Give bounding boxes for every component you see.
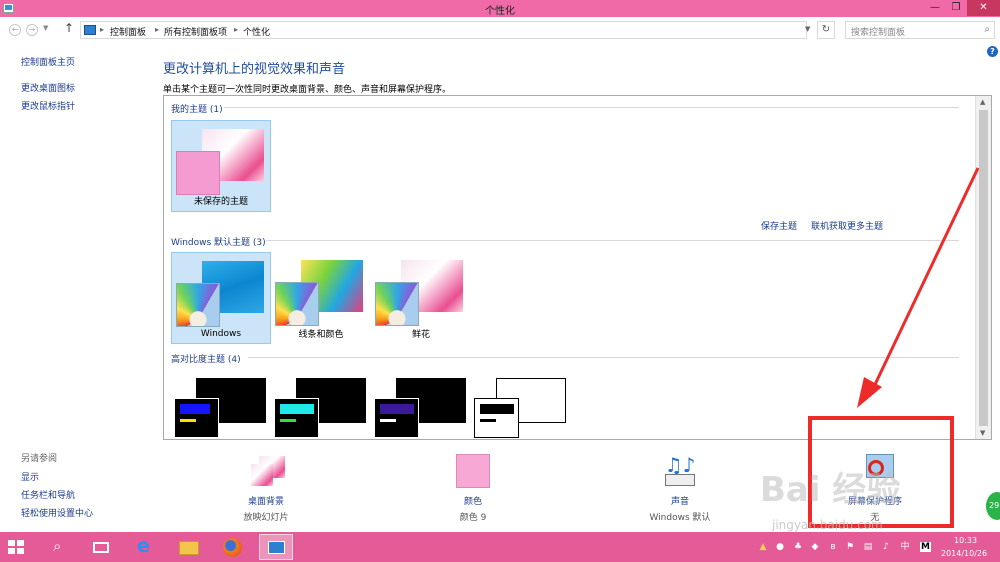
back-arrow-icon[interactable]: ← — [9, 24, 21, 36]
recent-pages-chevron-icon[interactable]: ▼ — [43, 24, 48, 32]
task-view-icon[interactable] — [84, 534, 118, 560]
hc-color-preview — [174, 398, 219, 438]
firefox-icon[interactable] — [216, 534, 250, 560]
hc-color-preview — [474, 398, 519, 438]
hc-color-preview — [374, 398, 419, 438]
search-icon[interactable]: ⌕ — [984, 24, 990, 35]
notification-warning-icon[interactable]: ▲ — [758, 542, 768, 552]
minimize-button[interactable]: — — [925, 0, 945, 16]
network-icon[interactable]: ▤ — [863, 542, 873, 552]
my-themes-heading: 我的主题 (1) — [171, 105, 223, 115]
forward-arrow-icon[interactable]: → — [26, 24, 38, 36]
default-themes-heading: Windows 默认主题 (3) — [171, 238, 266, 248]
theme-label: Windows — [200, 329, 242, 339]
theme-color-preview — [176, 151, 220, 195]
floating-badge[interactable]: 29 — [986, 492, 1000, 520]
sidebar-link-mouse-pointers[interactable]: 更改鼠标指针 — [21, 99, 75, 112]
group-divider — [224, 107, 959, 108]
group-divider — [266, 240, 959, 241]
watermark-url: jingyan.baidu.com — [772, 518, 883, 532]
taskbar: ⌕ e ▲ ● ♣ ◆ ʙ ⚑ ▤ ♪ 中 M — [0, 532, 1000, 562]
theme-label: 线条和颜色 — [298, 330, 344, 340]
see-also-display[interactable]: 显示 — [21, 470, 39, 483]
search-placeholder: 搜索控制面板 — [851, 28, 906, 38]
window-title: 个性化 — [485, 6, 515, 17]
theme-flowers[interactable]: 鲜花 — [371, 252, 471, 344]
ime-language-indicator[interactable]: 中 — [900, 542, 910, 552]
theme-label: 鲜花 — [411, 330, 430, 340]
address-field[interactable]: ▸ 控制面板 ▸ 所有控制面板项 ▸ 个性化 — [80, 21, 807, 39]
address-chevron-down-icon[interactable]: ▼ — [805, 25, 810, 33]
theme-label: 未保存的主题 — [193, 197, 248, 207]
windows-start-icon[interactable] — [8, 540, 24, 554]
control-panel-icon — [84, 25, 96, 35]
breadcrumb-control-panel[interactable]: 控制面板 — [110, 25, 146, 38]
theme-color-preview — [275, 282, 319, 326]
action-center-flag-icon[interactable]: ⚑ — [845, 542, 855, 552]
theme-color-preview — [375, 282, 419, 326]
close-button[interactable]: ✕ — [967, 0, 1000, 16]
sidebar-link-desktop-icons[interactable]: 更改桌面图标 — [21, 81, 75, 94]
theme-windows[interactable]: Windows — [171, 252, 271, 344]
theme-unsaved[interactable]: 未保存的主题 — [171, 120, 271, 212]
app-tray-icon[interactable]: ● — [775, 542, 785, 552]
breadcrumb-personalization[interactable]: 个性化 — [243, 25, 270, 38]
breadcrumb-separator-icon: ▸ — [155, 25, 160, 34]
control-panel-taskbar-icon[interactable] — [259, 534, 293, 560]
file-explorer-icon[interactable] — [172, 534, 206, 560]
group-divider — [248, 357, 959, 358]
ime-mode-indicator[interactable]: M — [920, 542, 931, 552]
taskbar-clock-time[interactable]: 10:33 — [954, 536, 977, 545]
page-title: 更改计算机上的视觉效果和声音 — [163, 62, 346, 77]
sound-label: 声音 — [670, 497, 689, 507]
scrollbar-thumb[interactable] — [979, 110, 988, 426]
search-taskbar-icon[interactable]: ⌕ — [44, 534, 78, 560]
sound-value: Windows 默认 — [649, 513, 711, 523]
restore-button[interactable]: ❐ — [946, 0, 966, 16]
internet-explorer-icon[interactable]: e — [128, 534, 162, 560]
theme-lines-and-colors[interactable]: 线条和颜色 — [271, 252, 371, 344]
save-theme-link[interactable]: 保存主题 — [761, 219, 797, 232]
color-value: 颜色 9 — [459, 513, 487, 523]
bluetooth-icon[interactable]: ʙ — [828, 542, 838, 552]
scroll-up-arrow-icon[interactable]: ▲ — [980, 98, 985, 106]
color-swatch-icon — [456, 454, 490, 488]
desktop-background-label: 桌面背景 — [247, 497, 284, 507]
breadcrumb-separator-icon: ▸ — [100, 25, 105, 34]
page-description: 单击某个主题可一次性同时更改桌面背景、颜色、声音和屏幕保护程序。 — [163, 85, 452, 95]
sound-notes-icon: ♫♪ — [663, 454, 697, 486]
qq-tray-icon[interactable]: ♣ — [793, 542, 803, 552]
desktop-background-value: 放映幻灯片 — [243, 513, 289, 523]
high-contrast-heading: 高对比度主题 (4) — [171, 355, 241, 365]
taskbar-clock-date[interactable]: 2014/10/26 — [941, 549, 987, 558]
scroll-down-arrow-icon[interactable]: ▼ — [980, 429, 985, 437]
up-arrow-icon[interactable]: ↑ — [64, 21, 74, 35]
theme-list[interactable]: 我的主题 (1) 未保存的主题 保存主题 联机获取更多主题 Windows 默认… — [163, 95, 992, 440]
see-also-taskbar[interactable]: 任务栏和导航 — [21, 488, 75, 501]
navigation-bar: ← → ▼ ↑ ▸ 控制面板 ▸ 所有控制面板项 ▸ 个性化 ▼ ↻ 搜索控制面… — [0, 17, 1000, 42]
search-input[interactable]: 搜索控制面板 ⌕ — [845, 21, 995, 39]
theme-list-scrollbar[interactable]: ▲ ▼ — [975, 96, 991, 439]
see-also-ease-of-access[interactable]: 轻松使用设置中心 — [21, 506, 93, 519]
help-icon[interactable]: ? — [987, 46, 998, 57]
desktop-background-icon — [249, 454, 285, 486]
volume-icon[interactable]: ♪ — [881, 542, 891, 552]
get-more-themes-link[interactable]: 联机获取更多主题 — [811, 219, 883, 232]
refresh-icon[interactable]: ↻ — [817, 21, 835, 39]
sidebar-link-home[interactable]: 控制面板主页 — [21, 55, 75, 68]
theme-color-preview — [176, 283, 220, 327]
baidu-watermark: Bai 经验 — [760, 470, 901, 510]
color-label: 颜色 — [463, 497, 482, 507]
hc-color-preview — [274, 398, 319, 438]
title-bar: 个性化 — ❐ ✕ — [0, 0, 1000, 17]
breadcrumb-all-items[interactable]: 所有控制面板项 — [164, 25, 227, 38]
breadcrumb-separator-icon: ▸ — [234, 25, 239, 34]
security-shield-icon[interactable]: ◆ — [810, 542, 820, 552]
see-also-heading: 另请参阅 — [21, 454, 58, 464]
